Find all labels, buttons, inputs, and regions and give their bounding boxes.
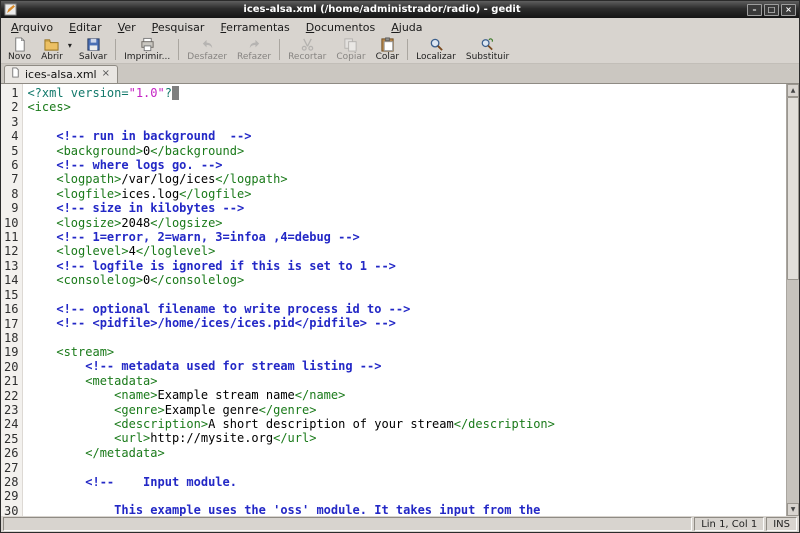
find-button-label: Localizar <box>416 52 456 62</box>
minimize-button[interactable]: – <box>747 4 762 16</box>
chevron-down-icon: ▾ <box>68 41 72 50</box>
scrollbar-thumb[interactable] <box>787 97 799 280</box>
print-button-label: Imprimir... <box>124 52 170 62</box>
scrollbar-track[interactable] <box>787 97 799 503</box>
titlebar: ices-alsa.xml (/home/administrador/radio… <box>1 1 799 18</box>
menu-ferramentas[interactable]: Ferramentas <box>212 20 297 35</box>
replace-icon <box>480 37 495 52</box>
print-icon <box>140 37 155 52</box>
close-button[interactable]: × <box>781 4 796 16</box>
toolbar-separator <box>279 39 280 60</box>
save-icon <box>86 37 101 52</box>
tab-ices-alsa-xml[interactable]: ices-alsa.xml × <box>4 65 118 83</box>
window-title: ices-alsa.xml (/home/administrador/radio… <box>17 4 747 15</box>
undo-icon <box>200 37 215 52</box>
menu-ajuda[interactable]: Ajuda <box>383 20 430 35</box>
maximize-button[interactable]: □ <box>764 4 779 16</box>
save-button-label: Salvar <box>79 52 107 62</box>
file-icon <box>10 67 21 81</box>
window-controls: – □ × <box>747 4 796 16</box>
paste-button-label: Colar <box>376 52 400 62</box>
cut-icon <box>300 37 315 52</box>
toolbar-separator <box>115 39 116 60</box>
scroll-down-icon[interactable]: ▼ <box>787 503 799 516</box>
redo-button-label: Refazer <box>237 52 271 62</box>
line-numbers: 1234567891011121314151617181920212223242… <box>1 84 23 516</box>
redo-icon <box>247 37 262 52</box>
gedit-logo-icon <box>4 3 17 16</box>
vertical-scrollbar[interactable]: ▲ ▼ <box>786 84 799 516</box>
toolbar: Novo Abrir ▾ Salvar Imprimir... <box>1 36 799 64</box>
new-document-icon <box>12 37 27 52</box>
open-folder-icon <box>44 37 59 52</box>
open-button-label: Abrir <box>41 52 63 62</box>
menubar: Arquivo Editar Ver Pesquisar Ferramentas… <box>1 18 799 36</box>
open-button[interactable]: Abrir <box>36 36 68 63</box>
menu-editar[interactable]: Editar <box>61 20 110 35</box>
code-lines[interactable]: <?xml version="1.0"?><ices> <!-- run in … <box>23 84 786 516</box>
find-icon <box>429 37 444 52</box>
cursor-position: Lin 1, Col 1 <box>694 517 764 531</box>
undo-button-label: Desfazer <box>187 52 227 62</box>
statusbar-message-area <box>3 517 692 531</box>
copy-button: Copiar <box>331 36 370 63</box>
copy-icon <box>343 37 358 52</box>
menu-pesquisar[interactable]: Pesquisar <box>144 20 213 35</box>
paste-icon <box>380 37 395 52</box>
save-button[interactable]: Salvar <box>74 36 112 63</box>
new-button-label: Novo <box>8 52 31 62</box>
editor-area: 1234567891011121314151617181920212223242… <box>1 83 799 516</box>
menu-documentos[interactable]: Documentos <box>298 20 383 35</box>
find-button[interactable]: Localizar <box>411 36 461 63</box>
copy-button-label: Copiar <box>336 52 365 62</box>
toolbar-separator <box>407 39 408 60</box>
toolbar-separator <box>178 39 179 60</box>
print-button[interactable]: Imprimir... <box>119 36 175 63</box>
gedit-window: ices-alsa.xml (/home/administrador/radio… <box>0 0 800 533</box>
cut-button: Recortar <box>283 36 331 63</box>
tab-close-icon[interactable]: × <box>101 69 111 79</box>
statusbar: Lin 1, Col 1 INS <box>1 516 799 532</box>
tab-label: ices-alsa.xml <box>25 68 97 81</box>
paste-button[interactable]: Colar <box>371 36 405 63</box>
new-button[interactable]: Novo <box>3 36 36 63</box>
insert-mode: INS <box>766 517 797 531</box>
tabbar: ices-alsa.xml × <box>1 64 799 83</box>
redo-button: Refazer <box>232 36 276 63</box>
undo-button: Desfazer <box>182 36 232 63</box>
menu-arquivo[interactable]: Arquivo <box>3 20 61 35</box>
cut-button-label: Recortar <box>288 52 326 62</box>
menu-ver[interactable]: Ver <box>110 20 144 35</box>
scroll-up-icon[interactable]: ▲ <box>787 84 799 97</box>
replace-button-label: Substituir <box>466 52 509 62</box>
replace-button[interactable]: Substituir <box>461 36 514 63</box>
